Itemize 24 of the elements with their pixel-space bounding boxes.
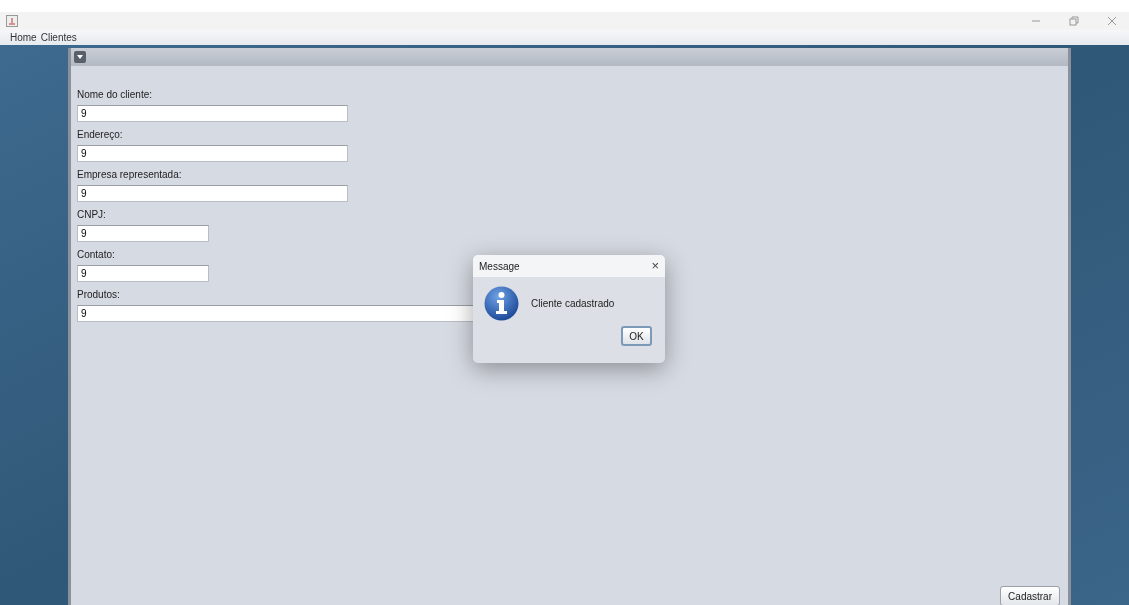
- field-label: Produtos:: [77, 288, 120, 302]
- frame-menu-button[interactable]: [74, 51, 86, 63]
- field-label: Nome do cliente:: [77, 88, 153, 102]
- dialog-message: Cliente cadastrado: [531, 297, 615, 311]
- info-icon: [484, 286, 519, 321]
- close-button[interactable]: ×: [651, 256, 659, 276]
- field-label: CNPJ:: [77, 208, 106, 222]
- app-icon: [6, 15, 18, 27]
- text-field[interactable]: 9: [77, 105, 348, 122]
- field-label: Endereço:: [77, 128, 123, 142]
- menu-item[interactable]: Home: [10, 30, 37, 45]
- caret-icon: [77, 55, 83, 59]
- menu-item[interactable]: Clientes: [40, 30, 77, 45]
- close-icon[interactable]: [1107, 16, 1117, 26]
- text-field[interactable]: 9: [77, 265, 209, 282]
- text-field[interactable]: 9: [77, 225, 209, 242]
- ok-button[interactable]: OK: [621, 326, 652, 346]
- text-field[interactable]: 9: [77, 185, 348, 202]
- cadastrar-button[interactable]: Cadastrar: [1000, 586, 1060, 605]
- field-label: Contato:: [77, 248, 115, 262]
- field-label: Empresa representada:: [77, 168, 182, 182]
- dialog-title: Message: [479, 259, 520, 274]
- restore-icon[interactable]: [1069, 16, 1079, 26]
- text-field[interactable]: 9: [77, 145, 348, 162]
